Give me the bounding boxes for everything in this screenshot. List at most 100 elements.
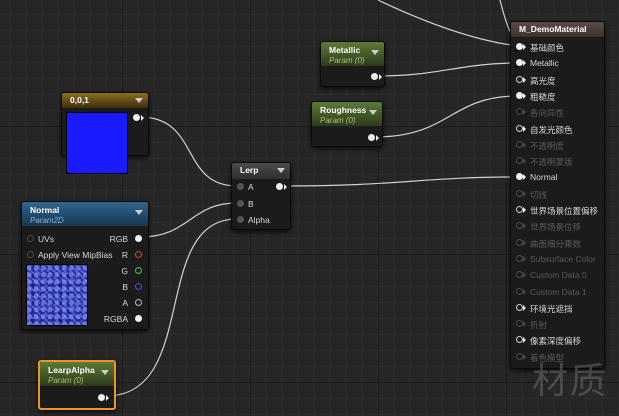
material-input-pin: [516, 320, 523, 328]
material-input-label: 不透明度: [530, 140, 565, 151]
material-graph-canvas[interactable]: Metallic Param (0) Roughness Param (0) 0…: [0, 0, 619, 416]
material-input-pin[interactable]: [516, 336, 523, 344]
lerpalpha-output-arrow-icon: [106, 395, 109, 401]
roughness-node-subtitle: Param (0): [320, 116, 356, 125]
normal-output-label-r: R: [121, 250, 128, 260]
metallic-node-header[interactable]: Metallic Param (0): [321, 42, 384, 66]
material-pin-arrow-icon: [523, 304, 526, 311]
normal-input-pin-uvs[interactable]: [27, 235, 34, 242]
wire-metallic-to-material: [377, 62, 519, 77]
material-input-label: Normal: [530, 172, 558, 183]
material-pin-arrow-icon: [523, 353, 526, 360]
normal-node-subtitle: Param2D: [30, 216, 64, 225]
material-input-pin[interactable]: [516, 206, 523, 213]
collapse-arrow-icon[interactable]: [101, 370, 109, 375]
material-pin-arrow-icon: [523, 76, 526, 83]
material-input-label: 环境光遮挡: [530, 303, 573, 314]
material-pin-arrow-icon: [523, 158, 526, 165]
lerp-input-pin-alpha[interactable]: [237, 216, 244, 223]
material-pin-arrow-icon: [523, 174, 526, 181]
material-pin-arrow-icon: [523, 288, 526, 295]
material-pin-arrow-icon: [523, 125, 526, 132]
material-input-label: 基础颜色: [530, 43, 565, 53]
lerp-node[interactable]: Lerp A B Alpha: [231, 162, 291, 230]
material-input-pin: [516, 157, 523, 165]
material-input-label: 世界场景位置偏移: [530, 206, 599, 216]
material-input-pin[interactable]: [516, 124, 523, 132]
material-input-label: Metallic: [530, 58, 559, 69]
watermark-text: 材质: [532, 361, 609, 402]
metallic-output-pin[interactable]: [371, 73, 378, 80]
collapse-arrow-icon[interactable]: [277, 168, 285, 173]
material-pin-arrow-icon: [523, 223, 526, 230]
wire-normal-to-lerp-b: [139, 202, 238, 238]
material-pin-arrow-icon: [523, 44, 526, 50]
lerp-input-label-a: A: [248, 182, 254, 192]
lerpalpha-node-subtitle: Param (0): [48, 376, 84, 385]
normal-output-pin-b[interactable]: [135, 283, 142, 290]
normal-output-label-g: G: [121, 266, 128, 276]
material-input-pin[interactable]: [516, 75, 523, 83]
collapse-arrow-icon[interactable]: [371, 50, 379, 55]
lerpalpha-param-node[interactable]: LearpAlpha Param (0): [38, 360, 116, 410]
roughness-param-node[interactable]: Roughness Param (0): [311, 101, 383, 147]
lerp-input-pin-b[interactable]: [237, 200, 244, 207]
wire-top-1: [377, 0, 519, 47]
lerpalpha-output-pin[interactable]: [98, 394, 105, 401]
material-input-label: 世界场景位移: [530, 222, 582, 233]
material-input-label: 像素深度偏移: [530, 336, 582, 347]
material-input-pin: [516, 222, 523, 230]
constant-node-title: 0,0,1: [70, 95, 89, 105]
normal-output-pin-r[interactable]: [135, 251, 142, 258]
collapse-arrow-icon[interactable]: [135, 98, 143, 103]
lerp-output-arrow-icon: [284, 184, 287, 190]
material-input-pin[interactable]: [516, 43, 523, 50]
material-input-label: 各向异性: [530, 108, 565, 119]
collapse-arrow-icon[interactable]: [135, 210, 143, 215]
material-node-header[interactable]: M_DemoMaterial: [511, 22, 604, 37]
material-input-pin[interactable]: [516, 173, 523, 181]
constant-vector-node[interactable]: 0,0,1: [61, 92, 149, 174]
material-input-pin: [516, 254, 523, 262]
normal-output-pin-g[interactable]: [135, 267, 142, 274]
material-input-label: 自发光颜色: [530, 124, 573, 135]
material-input-pin[interactable]: [516, 303, 523, 311]
normal-node-header[interactable]: Normal Param2D: [22, 202, 148, 226]
normal-output-pin-rgb[interactable]: [135, 235, 142, 242]
wire-lerp-to-material-normal: [283, 176, 519, 187]
lerp-node-header[interactable]: Lerp: [232, 163, 290, 179]
normal-output-label-b: B: [122, 282, 128, 292]
material-input-label: 高光度: [530, 75, 556, 86]
lerp-input-pin-a[interactable]: [237, 183, 244, 190]
roughness-output-pin[interactable]: [368, 134, 375, 141]
material-pin-arrow-icon: [523, 109, 526, 116]
lerpalpha-node-header[interactable]: LearpAlpha Param (0): [40, 362, 114, 386]
material-input-pin[interactable]: [516, 59, 523, 67]
normal-output-pin-a[interactable]: [135, 299, 142, 306]
material-pin-arrow-icon: [523, 255, 526, 262]
normal-input-pin-mipbias[interactable]: [27, 251, 34, 258]
constant-output-pin[interactable]: [133, 114, 140, 121]
roughness-node-header[interactable]: Roughness Param (0): [312, 102, 382, 126]
material-input-label: 折射: [530, 320, 548, 331]
wire-constant-to-lerp-a: [139, 116, 238, 187]
metallic-param-node[interactable]: Metallic Param (0): [320, 41, 385, 87]
material-input-label: 曲面细分乘数: [530, 238, 582, 249]
material-pin-arrow-icon: [523, 337, 526, 344]
material-input-label: Custom Data 0: [530, 270, 587, 281]
collapse-arrow-icon[interactable]: [369, 110, 377, 115]
normal-output-pin-rgba[interactable]: [135, 315, 142, 322]
constant-output-arrow-icon: [141, 115, 144, 121]
lerp-output-pin[interactable]: [276, 183, 283, 190]
material-input-pin[interactable]: [516, 91, 523, 99]
material-input-label: 切线: [530, 189, 548, 200]
normal-texture-param-node[interactable]: Normal Param2D UVs Apply View MipBias RG…: [21, 201, 149, 330]
material-input-pin: [516, 238, 523, 246]
material-pin-arrow-icon: [523, 60, 526, 67]
lerpalpha-node-title: LearpAlpha: [48, 365, 95, 375]
roughness-output-arrow-icon: [376, 135, 379, 141]
constant-node-header[interactable]: 0,0,1: [62, 93, 148, 108]
material-input-pin: [516, 287, 523, 295]
lerp-input-label-alpha: Alpha: [248, 215, 270, 225]
material-result-node[interactable]: M_DemoMaterial 基础颜色 Metallic 高光度 粗糙度 各向异性 自发光…: [510, 21, 605, 369]
